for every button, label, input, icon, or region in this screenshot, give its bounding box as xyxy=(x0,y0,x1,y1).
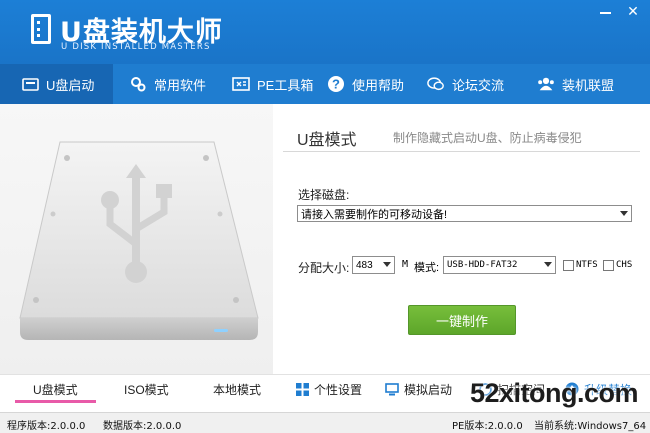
watermark: 52xitong.com xyxy=(470,378,639,408)
mode-select-value: USB-HDD-FAT32 xyxy=(447,260,518,270)
app-subtitle: U DISK INSTALLED MASTERS xyxy=(61,42,211,52)
tab-label: 本地模式 xyxy=(213,382,262,397)
alloc-unit: M xyxy=(402,259,409,270)
chevron-down-icon xyxy=(544,262,552,267)
nav-software[interactable]: 常用软件 xyxy=(113,64,218,104)
drive-image xyxy=(19,141,259,340)
alloc-size-value: 483 xyxy=(356,259,373,271)
tab-label: U盘模式 xyxy=(33,382,78,397)
nav-label: U盘启动 xyxy=(46,77,95,93)
select-disk-label: 选择磁盘: xyxy=(298,188,350,202)
forum-icon xyxy=(427,75,445,93)
alliance-icon xyxy=(537,75,555,93)
device-select[interactable]: 请接入需要制作的可移动设备! xyxy=(297,205,632,222)
main-panel: U盘模式 制作隐藏式启动U盘、防止病毒侵犯 选择磁盘: 请接入需要制作的可移动设… xyxy=(0,104,650,374)
usb-drive-illustration xyxy=(0,104,273,374)
alloc-size-label: 分配大小: xyxy=(298,261,350,275)
nav-label: 常用软件 xyxy=(154,77,207,93)
chs-label: CHS xyxy=(616,260,633,270)
nav-forum[interactable]: 论坛交流 xyxy=(425,64,527,104)
chs-checkbox[interactable] xyxy=(603,260,614,271)
device-select-value: 请接入需要制作的可移动设备! xyxy=(301,208,448,221)
personalize-button[interactable]: 个性设置 xyxy=(295,375,362,403)
nav-label: PE工具箱 xyxy=(257,77,314,93)
tab-local-mode[interactable]: 本地模式 xyxy=(213,375,261,403)
nav-alliance[interactable]: 装机联盟 xyxy=(527,64,637,104)
nav-label: 使用帮助 xyxy=(352,77,405,93)
mode-description: 制作隐藏式启动U盘、防止病毒侵犯 xyxy=(393,131,582,145)
current-system: 当前系统:Windows7_64位 xyxy=(534,421,647,432)
tab-label: 个性设置 xyxy=(314,382,363,397)
minimize-icon xyxy=(599,12,611,14)
status-bar: 程序版本:2.0.0.0 数据版本:2.0.0.0 PE版本:2.0.0.0 当… xyxy=(0,412,650,433)
program-version: 程序版本:2.0.0.0 xyxy=(7,421,86,432)
alloc-size-select[interactable]: 483 xyxy=(352,256,395,274)
close-icon: ✕ xyxy=(627,2,639,19)
tab-label: 模拟启动 xyxy=(404,382,453,397)
data-version: 数据版本:2.0.0.0 xyxy=(103,421,182,432)
ntfs-checkbox[interactable] xyxy=(563,260,574,271)
nav-usb-boot[interactable]: U盘启动 xyxy=(0,64,113,104)
tab-usb-mode[interactable]: U盘模式 xyxy=(15,375,96,403)
pe-version: PE版本:2.0.0.0 xyxy=(452,421,523,432)
title-bar: U盘装机大师 U DISK INSTALLED MASTERS ✕ xyxy=(0,0,650,64)
usb-boot-icon xyxy=(21,75,39,93)
divider xyxy=(283,151,640,152)
nav-label: 装机联盟 xyxy=(562,77,615,93)
toolbox-icon xyxy=(232,75,250,93)
software-icon xyxy=(129,75,147,93)
chevron-down-icon xyxy=(383,262,391,267)
simulate-boot-button[interactable]: 模拟启动 xyxy=(385,375,452,403)
one-click-make-button[interactable]: 一键制作 xyxy=(408,305,516,335)
mode-select[interactable]: USB-HDD-FAT32 xyxy=(443,256,556,274)
chevron-down-icon xyxy=(620,211,628,216)
main-nav: U盘启动 常用软件 PE工具箱 ? 使用帮助 论坛交流 装机联盟 xyxy=(0,64,650,104)
grid-icon xyxy=(295,382,309,396)
help-icon: ? xyxy=(327,75,345,93)
nav-pe-toolbox[interactable]: PE工具箱 xyxy=(218,64,321,104)
mode-label: 模式: xyxy=(414,262,440,274)
nav-label: 论坛交流 xyxy=(452,77,505,93)
tab-iso-mode[interactable]: ISO模式 xyxy=(124,375,169,403)
usb-logo-icon xyxy=(31,14,51,44)
page-title: U盘模式 xyxy=(297,132,357,149)
tab-label: ISO模式 xyxy=(124,382,169,397)
nav-help[interactable]: ? 使用帮助 xyxy=(321,64,425,104)
svg-text:?: ? xyxy=(332,77,340,92)
monitor-icon xyxy=(385,382,399,396)
ntfs-label: NTFS xyxy=(576,260,598,270)
minimize-button[interactable] xyxy=(592,0,618,22)
close-button[interactable]: ✕ xyxy=(620,0,646,22)
